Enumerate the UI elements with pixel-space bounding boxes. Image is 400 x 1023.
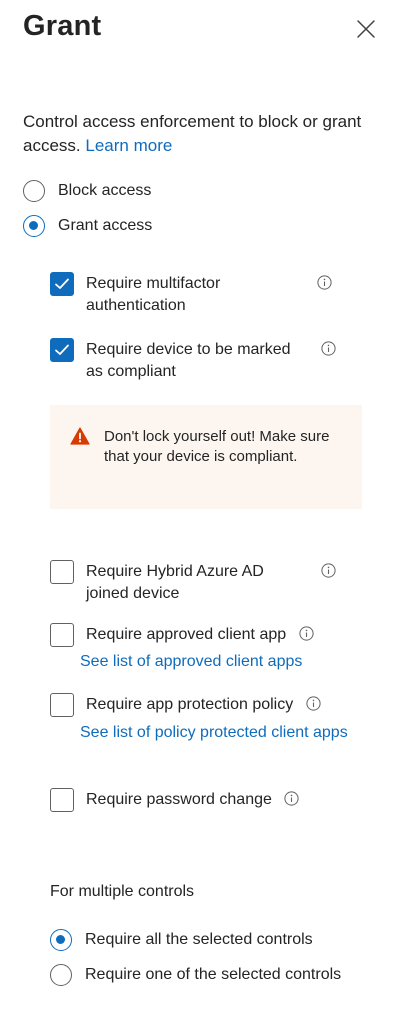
multiple-controls-heading: For multiple controls xyxy=(50,883,195,900)
checkbox-require-compliant-device[interactable] xyxy=(50,338,74,362)
checkbox-require-mfa[interactable] xyxy=(50,272,74,296)
radio-button[interactable] xyxy=(23,180,45,202)
description: Control access enforcement to block or g… xyxy=(23,110,373,158)
info-icon[interactable] xyxy=(284,791,299,806)
panel-title: Grant xyxy=(23,10,102,42)
radio-label: Require all the selected controls xyxy=(85,931,313,948)
info-icon[interactable] xyxy=(317,275,332,290)
policy-protected-apps-link[interactable]: See list of policy protected client apps xyxy=(80,721,350,744)
info-icon[interactable] xyxy=(321,563,336,578)
warning-text: Don't lock yourself out! Make sure that … xyxy=(104,428,330,465)
radio-button-selected[interactable] xyxy=(23,215,45,237)
radio-button-selected[interactable] xyxy=(50,929,72,951)
radio-button[interactable] xyxy=(50,964,72,986)
checkbox-require-approved-client-app[interactable] xyxy=(50,623,74,647)
control-require-hybrid-azure-ad: Require Hybrid Azure AD joined device xyxy=(50,560,370,605)
control-label: Require multifactor authentication xyxy=(86,273,301,317)
control-label-line2: joined device xyxy=(86,585,180,602)
control-require-compliant-device: Require device to be marked as compliant xyxy=(50,338,370,383)
checkbox-require-password-change[interactable] xyxy=(50,788,74,812)
description-text: Control access enforcement to block or g… xyxy=(23,112,362,155)
control-require-password-change: Require password change xyxy=(50,788,370,812)
warning-message-bar: Don't lock yourself out! Make sure that … xyxy=(50,405,362,509)
checkbox-require-app-protection-policy[interactable] xyxy=(50,693,74,717)
control-label-line2: authentication xyxy=(86,297,186,314)
learn-more-link[interactable]: Learn more xyxy=(85,136,172,155)
info-icon[interactable] xyxy=(306,696,321,711)
control-require-approved-client-app: Require approved client app xyxy=(50,623,370,647)
radio-label: Require one of the selected controls xyxy=(85,966,342,983)
info-icon[interactable] xyxy=(298,626,314,641)
control-label-line1: Require multifactor xyxy=(86,275,221,292)
radio-grant-access[interactable]: Grant access xyxy=(23,215,152,237)
panel-header: Grant xyxy=(23,8,383,48)
control-label: Require Hybrid Azure AD joined device xyxy=(86,561,311,605)
control-require-mfa: Require multifactor authentication xyxy=(50,272,370,317)
control-label: Require app protection policy xyxy=(86,694,356,716)
close-icon[interactable] xyxy=(355,18,377,40)
radio-require-all[interactable]: Require all the selected controls xyxy=(50,929,313,951)
control-label-text: Require app protection policy xyxy=(86,696,294,713)
radio-label: Grant access xyxy=(58,217,153,234)
control-label-text: Require approved client app xyxy=(86,626,287,643)
radio-block-access[interactable]: Block access xyxy=(23,180,151,202)
control-label-text: Require password change xyxy=(86,791,272,808)
control-require-app-protection-policy: Require app protection policy xyxy=(50,693,370,717)
radio-require-one[interactable]: Require one of the selected controls xyxy=(50,964,341,986)
control-label: Require device to be marked as compliant xyxy=(86,339,316,383)
radio-label: Block access xyxy=(58,182,152,199)
control-label: Require password change xyxy=(86,789,356,811)
control-label-line2: as compliant xyxy=(86,363,176,380)
warning-icon xyxy=(70,427,90,450)
checkbox-require-hybrid-azure-ad[interactable] xyxy=(50,560,74,584)
control-label-line1: Require device to be marked xyxy=(86,341,291,358)
info-icon[interactable] xyxy=(321,341,336,356)
control-label: Require approved client app xyxy=(86,624,356,646)
control-label-line1: Require Hybrid Azure AD xyxy=(86,563,264,580)
approved-client-apps-link[interactable]: See list of approved client apps xyxy=(80,651,302,673)
